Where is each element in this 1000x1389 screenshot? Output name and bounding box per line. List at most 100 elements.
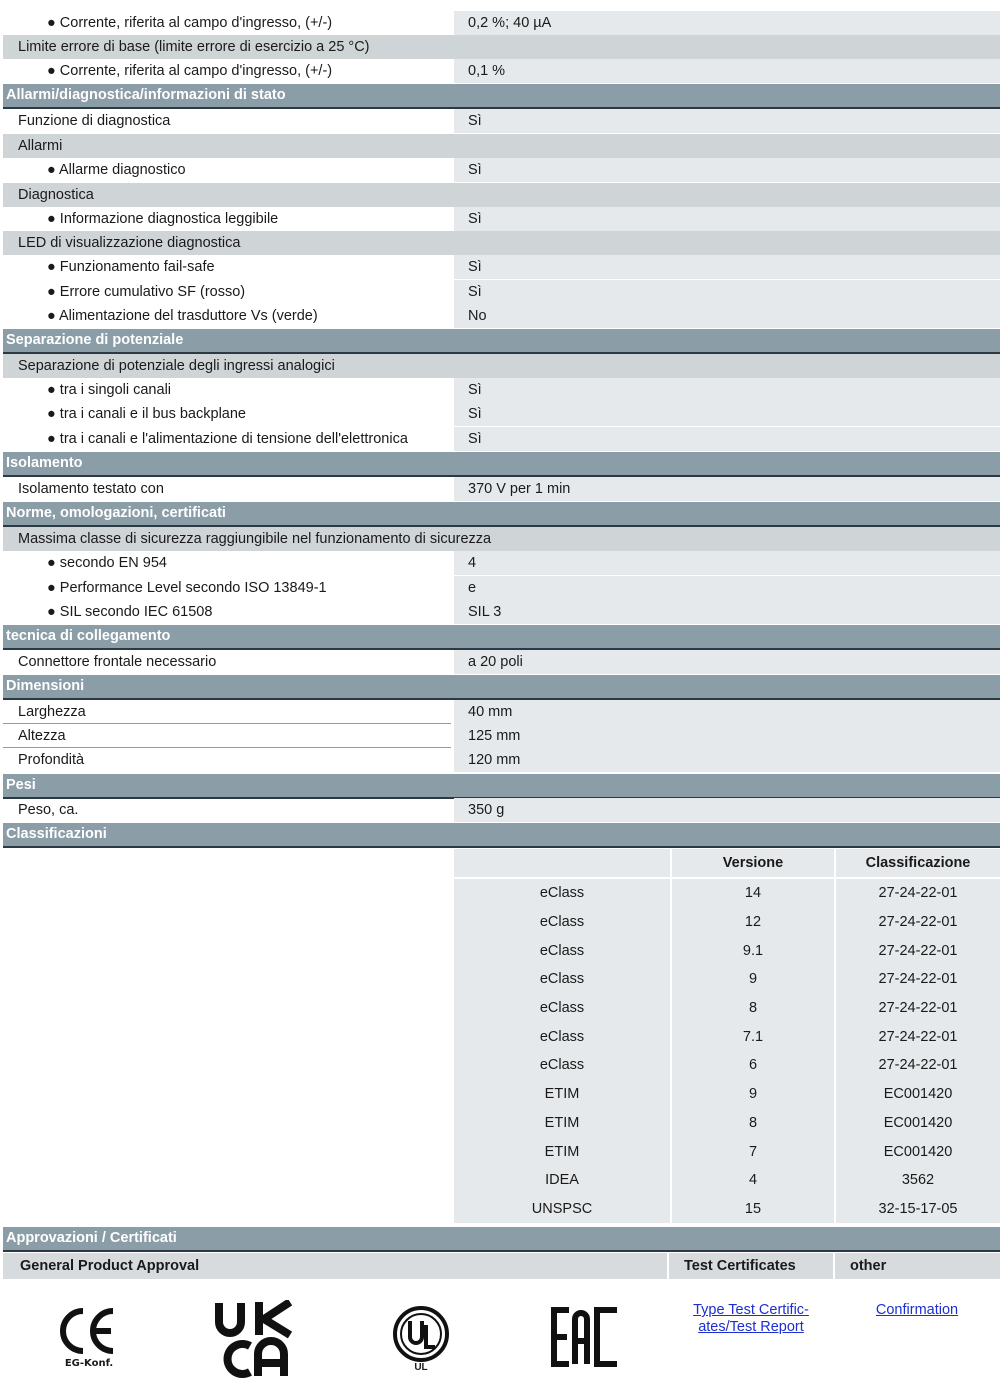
spec-subheader: LED di visualizzazione diagnostica	[3, 231, 1000, 255]
spec-row: Connettore frontale necessario a 20 poli	[3, 650, 1000, 674]
spec-row: ● Informazione diagnostica leggibile Sì	[3, 207, 1000, 231]
section-header-dimensioni: Dimensioni	[3, 675, 1000, 700]
spec-value: Sì	[454, 378, 1000, 402]
table-cell: 27-24-22-01	[878, 885, 958, 902]
spec-value: Sì	[454, 427, 1000, 451]
spec-subheader: Diagnostica	[3, 183, 1000, 207]
table-row: eClass 14 27-24-22-01	[454, 879, 1000, 908]
table-cell: 3562	[901, 1172, 935, 1189]
spec-label: ● tra i canali e l'alimentazione di tens…	[47, 431, 408, 447]
spec-label: ● Corrente, riferita al campo d'ingresso…	[47, 15, 333, 31]
section-header-norme: Norme, omologazioni, certificati	[3, 502, 1000, 527]
table-cell: eClass	[454, 879, 672, 908]
ce-mark-icon: EG-Konf.	[55, 1305, 123, 1375]
table-cell: 27-24-22-01	[878, 971, 958, 988]
section-header-pesi: Pesi	[3, 774, 1000, 799]
spec-label: ● Allarme diagnostico	[47, 162, 186, 178]
spec-subheader: Allarmi	[3, 134, 1000, 158]
spec-label: Massima classe di sicurezza raggiungibil…	[18, 531, 492, 547]
table-cell: 8	[672, 993, 836, 1023]
table-cell: 7.1	[672, 1022, 836, 1052]
table-row: IDEA 4 3562	[454, 1165, 1000, 1195]
spec-value: Sì	[454, 402, 1000, 426]
spec-subheader: Limite errore di base (limite errore di …	[3, 35, 1000, 59]
spec-label: ● Alimentazione del trasduttore Vs (verd…	[47, 308, 318, 324]
spec-value: 40 mm	[454, 700, 1000, 724]
general-approval-header: General Product Approval	[3, 1253, 667, 1279]
section-header-isolamento: Isolamento	[3, 452, 1000, 477]
table-row: UNSPSC 15 32-15-17-05	[454, 1194, 1000, 1224]
spec-label: ● SIL secondo IEC 61508	[47, 604, 213, 620]
table-row: ETIM 9 EC001420	[454, 1079, 1000, 1109]
spec-row: ● Performance Level secondo ISO 13849-1 …	[3, 576, 1000, 600]
confirmation-link[interactable]: Confirmation	[857, 1302, 977, 1319]
ul-caption: UL	[414, 1362, 428, 1373]
section-header-separazione: Separazione di potenziale	[3, 329, 1000, 354]
spec-row: ● SIL secondo IEC 61508 SIL 3	[3, 600, 1000, 624]
spec-label: Diagnostica	[18, 187, 94, 203]
table-cell: eClass	[454, 1022, 672, 1052]
spec-label: Profondità	[18, 752, 85, 768]
spec-row: ● tra i canali e l'alimentazione di tens…	[3, 427, 1000, 451]
spec-value: e	[454, 576, 1000, 600]
spec-value: a 20 poli	[454, 650, 1000, 674]
spec-label: Separazione di potenziale degli ingressi…	[18, 358, 335, 374]
table-cell: ETIM	[454, 1137, 672, 1166]
table-cell: 27-24-22-01	[878, 914, 958, 931]
spec-value: Sì	[454, 280, 1000, 304]
table-cell: eClass	[454, 965, 672, 994]
spec-row: Peso, ca. 350 g	[3, 798, 1000, 822]
ce-caption: EG-Konf.	[64, 1358, 114, 1369]
spec-row: ● tra i singoli canali Sì	[3, 378, 1000, 402]
spec-label: ● tra i singoli canali	[47, 382, 172, 398]
type-test-certificates-link[interactable]: Type Test Certific-ates/Test Report	[681, 1302, 821, 1336]
spec-label: Peso, ca.	[18, 802, 79, 818]
spec-label: Funzione di diagnostica	[18, 113, 171, 129]
table-cell: eClass	[454, 907, 672, 937]
spec-value: 120 mm	[454, 748, 1000, 772]
table-cell: 8	[672, 1108, 836, 1138]
ukca-mark-icon	[214, 1298, 294, 1378]
table-cell: 9	[672, 1079, 836, 1109]
table-row: eClass 9.1 27-24-22-01	[454, 936, 1000, 966]
spec-label: Altezza	[18, 728, 66, 744]
table-cell: eClass	[454, 993, 672, 1023]
spec-row: ● secondo EN 954 4	[3, 551, 1000, 575]
table-cell: 9	[672, 965, 836, 994]
spec-value: No	[454, 304, 1000, 328]
section-header-allarmi: Allarmi/diagnostica/informazioni di stat…	[3, 84, 1000, 109]
section-header-collegamento: tecnica di collegamento	[3, 625, 1000, 650]
table-cell: 27-24-22-01	[878, 1000, 958, 1017]
column-header: Versione	[672, 849, 836, 879]
spec-value: SIL 3	[454, 600, 1000, 624]
spec-label: Larghezza	[18, 704, 86, 720]
table-cell: 27-24-22-01	[878, 1057, 958, 1074]
classification-table: Versione Classificazione eClass 14 27-24-2…	[454, 849, 1000, 1224]
spec-label: LED di visualizzazione diagnostica	[18, 235, 241, 251]
spec-value: Sì	[454, 207, 1000, 231]
spec-value: 0,1 %	[454, 59, 1000, 83]
section-header-classificazioni: Classificazioni	[3, 823, 1000, 848]
table-cell: 9.1	[672, 936, 836, 966]
spec-label: Limite errore di base (limite errore di …	[18, 39, 370, 55]
table-cell: 27-24-22-01	[878, 942, 958, 959]
table-cell: ETIM	[454, 1079, 672, 1109]
spec-value: 370 V per 1 min	[454, 477, 1000, 501]
table-cell: IDEA	[454, 1165, 672, 1195]
table-cell: UNSPSC	[454, 1194, 672, 1224]
spec-value: 125 mm	[454, 724, 1000, 748]
spec-label: Allarmi	[18, 138, 63, 154]
spec-row: ● Funzionamento fail-safe Sì	[3, 255, 1000, 279]
spec-value: 4	[454, 551, 1000, 575]
spec-row: ● Errore cumulativo SF (rosso) Sì	[3, 280, 1000, 304]
other-header: other	[835, 1253, 1000, 1279]
spec-value: 350 g	[454, 798, 1000, 822]
spec-row: Funzione di diagnostica Sì	[3, 109, 1000, 133]
spec-label: ● Errore cumulativo SF (rosso)	[47, 284, 246, 300]
table-row: eClass 7.1 27-24-22-01	[454, 1022, 1000, 1052]
spec-row: ● Allarme diagnostico Sì	[3, 158, 1000, 182]
section-header-approvazioni: Approvazioni / Certificati	[3, 1227, 1000, 1252]
spec-label: ● Performance Level secondo ISO 13849-1	[47, 580, 327, 596]
spec-row: ● Alimentazione del trasduttore Vs (verd…	[3, 304, 1000, 328]
spec-row: Profondità 120 mm	[3, 748, 1000, 772]
